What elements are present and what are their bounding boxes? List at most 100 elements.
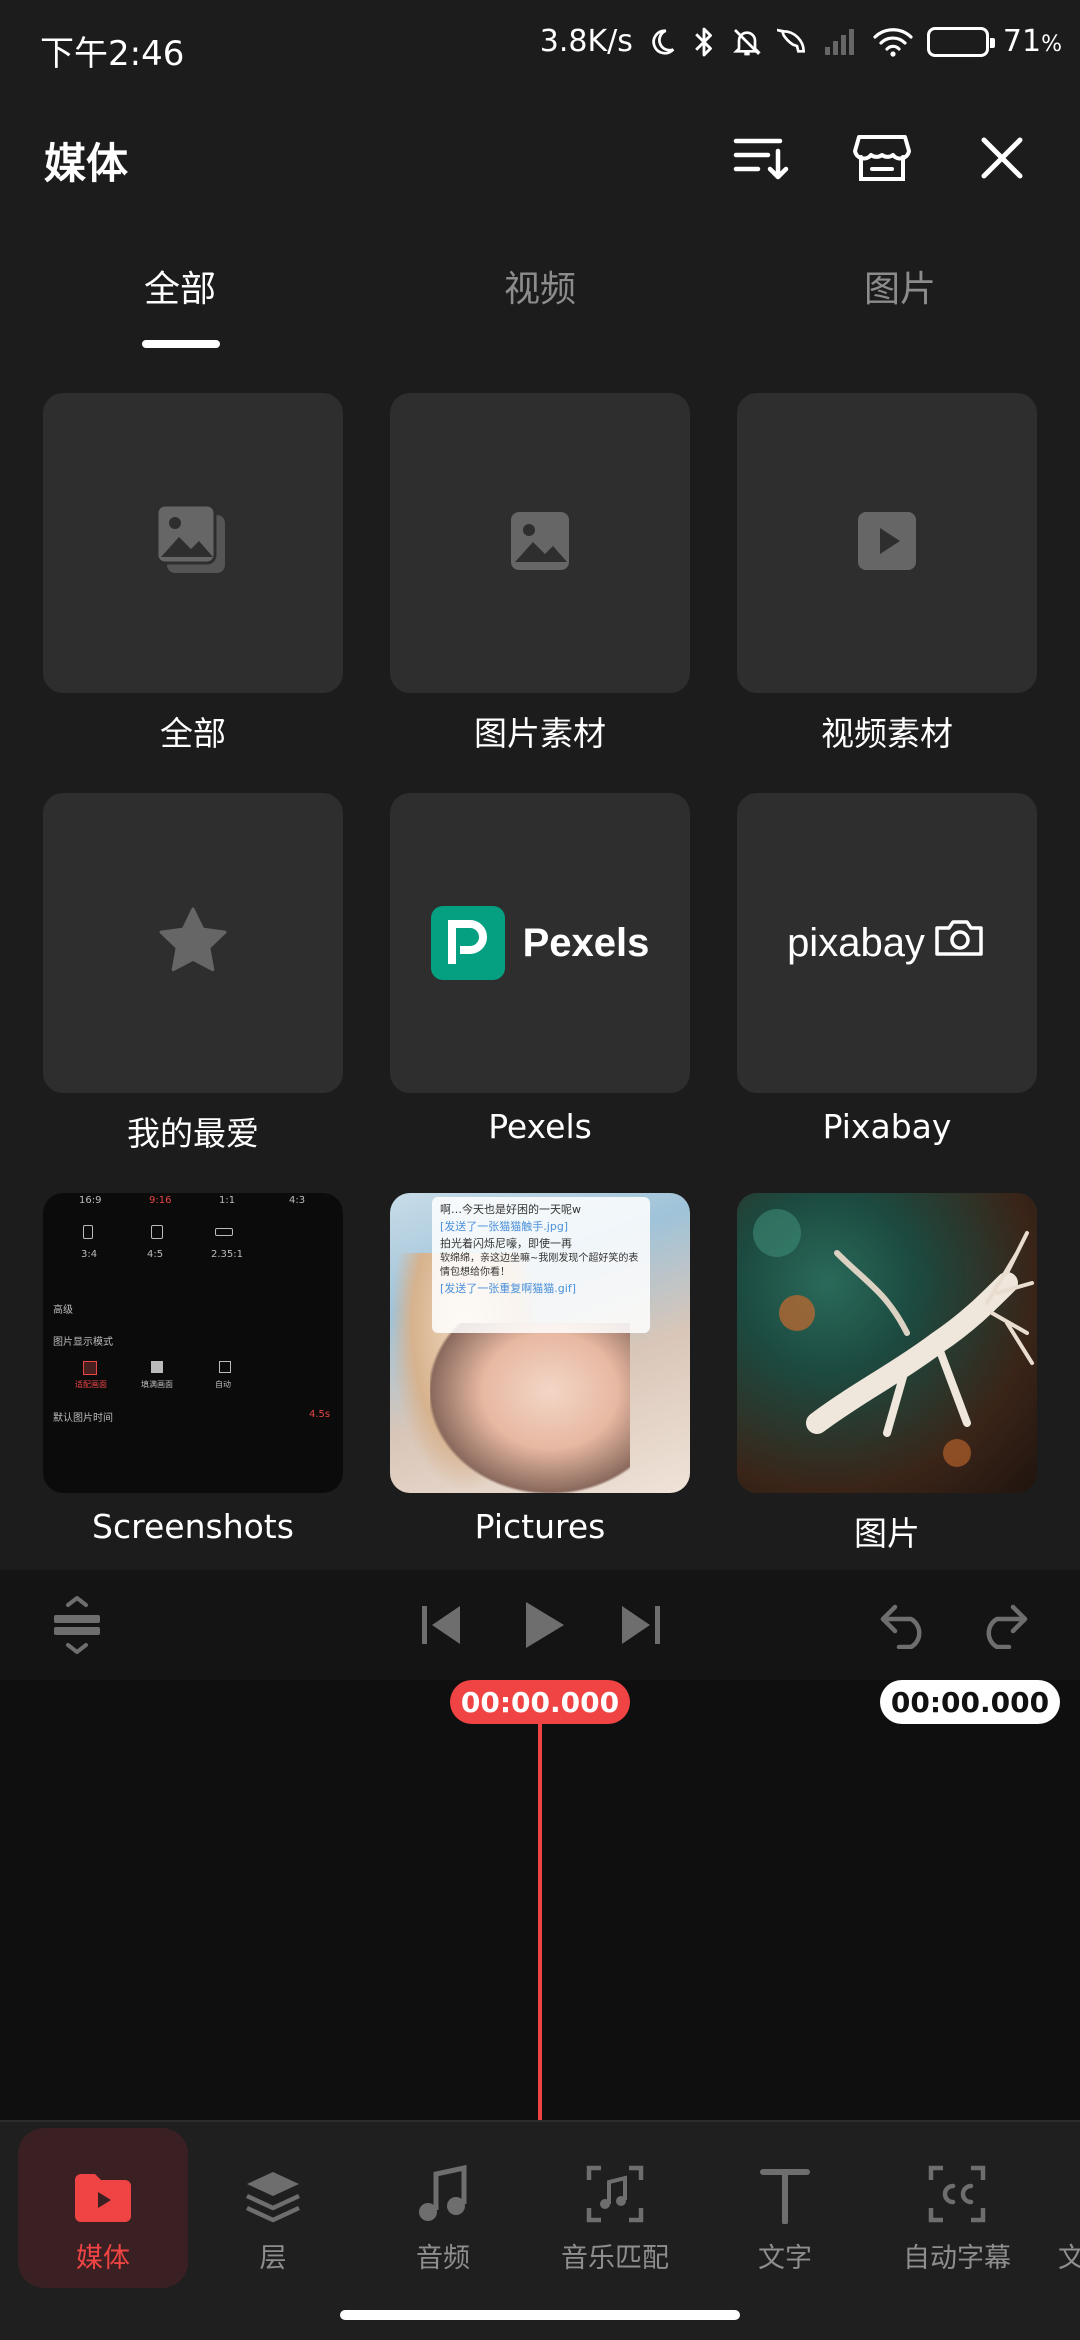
page-title: 媒体 <box>44 139 129 188</box>
music-note-icon <box>358 2128 528 2224</box>
tool-media[interactable]: 媒体 <box>18 2128 188 2288</box>
album-label: 图片素材 <box>474 714 606 753</box>
tupian-preview-image <box>737 1193 1037 1493</box>
pictures-preview-image: 啊…今天也是好困的一天呢w [发送了一张猫猫触手.jpg] 拍光着闪烁尼嚎，即使… <box>390 1193 690 1493</box>
collapse-timeline-icon[interactable] <box>44 1592 110 1658</box>
gallery-stack-icon <box>153 501 233 585</box>
album-label: 图片 <box>854 1514 920 1553</box>
album-grid: 全部 图片素材 视频素材 我的最爱 Pexels Pexels pixabay … <box>0 356 1080 1570</box>
album-pictures[interactable]: 啊…今天也是好困的一天呢w [发送了一张猫猫触手.jpg] 拍光着闪烁尼嚎，即使… <box>390 1193 690 1546</box>
tool-label: 文字 <box>758 2243 812 2274</box>
skip-forward-icon[interactable] <box>608 1592 674 1658</box>
default-time-value: 4.5s <box>309 1409 331 1420</box>
chat-line: 啊…今天也是好困的一天呢w <box>440 1203 581 1216</box>
album-thumb: 16:9 9:16 1:1 4:3 3:4 4:5 2.35:1 高级 图片显示… <box>43 1193 343 1493</box>
tab-indicator <box>142 340 220 348</box>
net-speed: 3.8K/s <box>539 24 633 59</box>
redo-icon[interactable] <box>970 1592 1036 1658</box>
mode-label: 自动 <box>215 1380 231 1389</box>
album-label: Pixabay <box>822 1107 952 1146</box>
close-icon[interactable] <box>970 126 1034 190</box>
timeline-editor: 00:00.000 00:00.000 <box>0 1570 1080 2120</box>
media-type-tabs: 全部 视频 图片 <box>0 216 1080 356</box>
ratio-shape <box>215 1228 233 1236</box>
mode-title: 图片显示模式 <box>53 1337 113 1348</box>
undo-icon[interactable] <box>872 1592 938 1658</box>
tool-music-match[interactable]: 音乐匹配 <box>530 2128 700 2288</box>
status-time: 下午2:46 <box>40 34 185 74</box>
album-pixabay[interactable]: pixabay Pixabay <box>737 793 1037 1146</box>
ratio-label: 1:1 <box>219 1195 236 1206</box>
pixabay-logo-text: pixabay <box>787 920 925 965</box>
store-icon[interactable] <box>850 126 914 190</box>
home-indicator[interactable] <box>340 2310 740 2320</box>
image-icon <box>509 510 571 576</box>
album-all[interactable]: 全部 <box>43 393 343 755</box>
mode-shape <box>219 1361 231 1373</box>
media-folder-icon <box>18 2128 188 2224</box>
star-icon <box>156 906 230 980</box>
tool-audio[interactable]: 音频 <box>358 2128 528 2288</box>
playhead[interactable] <box>538 1720 542 2120</box>
battery-unit: % <box>1041 32 1062 57</box>
chat-line: [发送了一张猫猫触手.jpg] <box>440 1220 569 1233</box>
album-label: 我的最爱 <box>127 1114 259 1153</box>
album-thumb: 啊…今天也是好困的一天呢w [发送了一张猫猫触手.jpg] 拍光着闪烁尼嚎，即使… <box>390 1193 690 1493</box>
album-thumb: pixabay <box>737 793 1037 1093</box>
skip-back-icon[interactable] <box>408 1592 474 1658</box>
ratio-label: 9:16 <box>149 1195 172 1206</box>
battery-icon <box>926 26 995 57</box>
text-icon <box>700 2128 870 2224</box>
album-images-folder[interactable]: 图片 <box>737 1193 1037 1555</box>
captions-icon <box>872 2128 1042 2224</box>
mode-label: 适配画面 <box>75 1380 107 1389</box>
header: 媒体 <box>0 96 1080 216</box>
battery-percent: 71% <box>1003 24 1062 59</box>
deer-illustration <box>753 1209 1034 1467</box>
tool-auto-captions[interactable]: 自动字幕 <box>872 2128 1042 2288</box>
tool-text[interactable]: 文字 <box>700 2128 870 2288</box>
chat-bubble: 啊…今天也是好困的一天呢w [发送了一张猫猫触手.jpg] 拍光着闪烁尼嚎，即使… <box>432 1197 650 1333</box>
tool-more-text[interactable]: 文 <box>1040 2128 1080 2288</box>
ratio-label: 2.35:1 <box>211 1249 243 1260</box>
status-icons: 3.8K/s 71% <box>540 24 1062 59</box>
ratio-label: 4:3 <box>289 1195 306 1206</box>
text-more-icon <box>1040 2128 1080 2224</box>
album-thumb: Pexels <box>390 793 690 1093</box>
ratio-shape <box>151 1225 163 1239</box>
camera-icon <box>933 918 987 968</box>
bottom-toolbar: 媒体 层 音频 音乐匹配 文字 自动字幕 文 <box>0 2120 1080 2300</box>
album-label: Pictures <box>474 1507 606 1546</box>
tool-label: 媒体 <box>76 2243 130 2274</box>
album-video-assets[interactable]: 视频素材 <box>737 393 1037 755</box>
play-icon[interactable] <box>510 1592 576 1658</box>
album-pexels[interactable]: Pexels Pexels <box>390 793 690 1146</box>
video-play-icon <box>856 510 918 576</box>
album-thumb <box>43 393 343 693</box>
tool-label: 自动字幕 <box>903 2243 1011 2274</box>
status-bar: 下午2:46 3.8K/s 71% <box>0 0 1080 96</box>
tool-layers[interactable]: 层 <box>188 2128 358 2288</box>
album-label: Pexels <box>488 1107 592 1146</box>
ratio-label: 4:5 <box>147 1249 164 1260</box>
ratio-label: 3:4 <box>81 1249 98 1260</box>
illustration-shape <box>430 1323 630 1493</box>
total-time: 00:00.000 <box>880 1680 1060 1724</box>
pexels-logo-mark <box>430 906 505 980</box>
chat-line: 软绵绵，亲这边坐嘛~我刚发现个超好笑的表情包想给你看！ <box>440 1253 639 1278</box>
tool-label: 文 <box>1058 2236 1080 2275</box>
advanced-label: 高级 <box>53 1305 73 1316</box>
tab-all[interactable]: 全部 <box>90 260 270 312</box>
album-screenshots[interactable]: 16:9 9:16 1:1 4:3 3:4 4:5 2.35:1 高级 图片显示… <box>43 1193 343 1546</box>
pexels-logo: Pexels <box>430 906 649 980</box>
moon-icon <box>647 27 677 57</box>
chat-line: 拍光着闪烁尼嚎，即使一再 <box>440 1237 572 1250</box>
chat-line: [发送了一张重复啊猫猫.gif] <box>440 1282 576 1295</box>
tab-image[interactable]: 图片 <box>810 260 990 312</box>
tab-video[interactable]: 视频 <box>450 260 630 312</box>
album-image-assets[interactable]: 图片素材 <box>390 393 690 755</box>
album-label: Screenshots <box>92 1507 294 1546</box>
album-favorites[interactable]: 我的最爱 <box>43 793 343 1155</box>
sort-icon[interactable] <box>730 126 794 190</box>
ratio-shape <box>83 1225 93 1239</box>
